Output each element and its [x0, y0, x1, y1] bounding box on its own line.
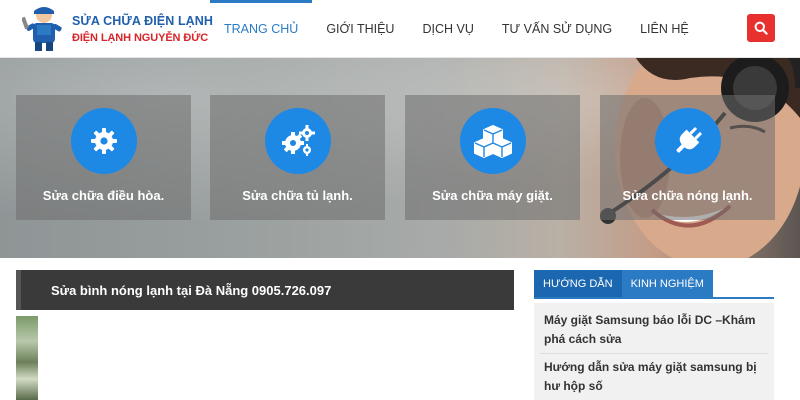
hero-banner: Sửa chữa điều hòa. Sửa chữa tủ lạnh. Sửa…	[0, 58, 800, 258]
service-card-water-heater[interactable]: Sửa chữa nóng lạnh.	[600, 95, 775, 220]
service-label[interactable]: Sửa chữa tủ lạnh.	[210, 188, 385, 203]
post-thumbnail[interactable]	[16, 316, 38, 400]
sidebar-post-list: Máy giặt Samsung báo lỗi DC –Khám phá cá…	[534, 303, 774, 400]
sidebar-post-link[interactable]: Hướng dẫn sửa máy giặt samsung bị hư hộp…	[544, 358, 769, 396]
logo-subtitle: ĐIỆN LẠNH NGUYỄN ĐỨC	[72, 32, 209, 44]
site-header: SỬA CHỮA ĐIỆN LẠNH ĐIỆN LẠNH NGUYỄN ĐỨC …	[0, 0, 800, 58]
service-circle[interactable]	[460, 108, 526, 174]
plug-icon	[676, 127, 702, 153]
logo-title: SỬA CHỮA ĐIỆN LẠNH	[72, 14, 214, 28]
site-logo[interactable]: SỬA CHỮA ĐIỆN LẠNH ĐIỆN LẠNH NGUYỄN ĐỨC	[22, 5, 213, 53]
search-icon	[754, 21, 768, 35]
tab-experience[interactable]: KINH NGHIỆM	[621, 270, 713, 298]
service-label[interactable]: Sửa chữa nóng lạnh.	[600, 188, 775, 203]
sidebar-post-link[interactable]: Máy giặt Samsung báo lỗi DC –Khám phá cá…	[544, 311, 769, 349]
sidebar-divider	[540, 353, 768, 354]
sidebar-tabs: HƯỚNG DẪN KINH NGHIỆM	[534, 270, 713, 298]
nav-item-consulting[interactable]: TƯ VẤN SỬ DỤNG	[488, 0, 626, 58]
post-bar-accent	[16, 270, 21, 310]
nav-item-services[interactable]: DỊCH VỤ	[408, 0, 487, 58]
post-title-bar[interactable]: Sửa bình nóng lạnh tại Đà Nẵng 0905.726.…	[16, 270, 514, 310]
service-card-washing-machine[interactable]: Sửa chữa máy giặt.	[405, 95, 580, 220]
gear-icon	[91, 128, 117, 154]
search-button[interactable]	[747, 14, 775, 42]
service-label[interactable]: Sửa chữa máy giặt.	[405, 188, 580, 203]
tab-guides[interactable]: HƯỚNG DẪN	[534, 270, 622, 298]
sidebar-tab-underline	[534, 297, 774, 299]
nav-item-about[interactable]: GIỚI THIỆU	[312, 0, 408, 58]
service-circle[interactable]	[655, 108, 721, 174]
service-card-refrigerator[interactable]: Sửa chữa tủ lạnh.	[210, 95, 385, 220]
nav-item-contact[interactable]: LIÊN HỆ	[626, 0, 703, 58]
repairman-mascot-icon	[22, 7, 62, 51]
service-card-air-conditioner[interactable]: Sửa chữa điều hòa.	[16, 95, 191, 220]
service-circle[interactable]	[265, 108, 331, 174]
gears-icon	[282, 125, 315, 156]
post-title[interactable]: Sửa bình nóng lạnh tại Đà Nẵng 0905.726.…	[51, 283, 331, 298]
main-nav: TRANG CHỦ GIỚI THIỆU DỊCH VỤ TƯ VẤN SỬ D…	[210, 0, 703, 58]
service-label[interactable]: Sửa chữa điều hòa.	[16, 188, 191, 203]
cubes-icon	[474, 125, 512, 158]
nav-item-home[interactable]: TRANG CHỦ	[210, 0, 313, 58]
service-circle[interactable]	[71, 108, 137, 174]
